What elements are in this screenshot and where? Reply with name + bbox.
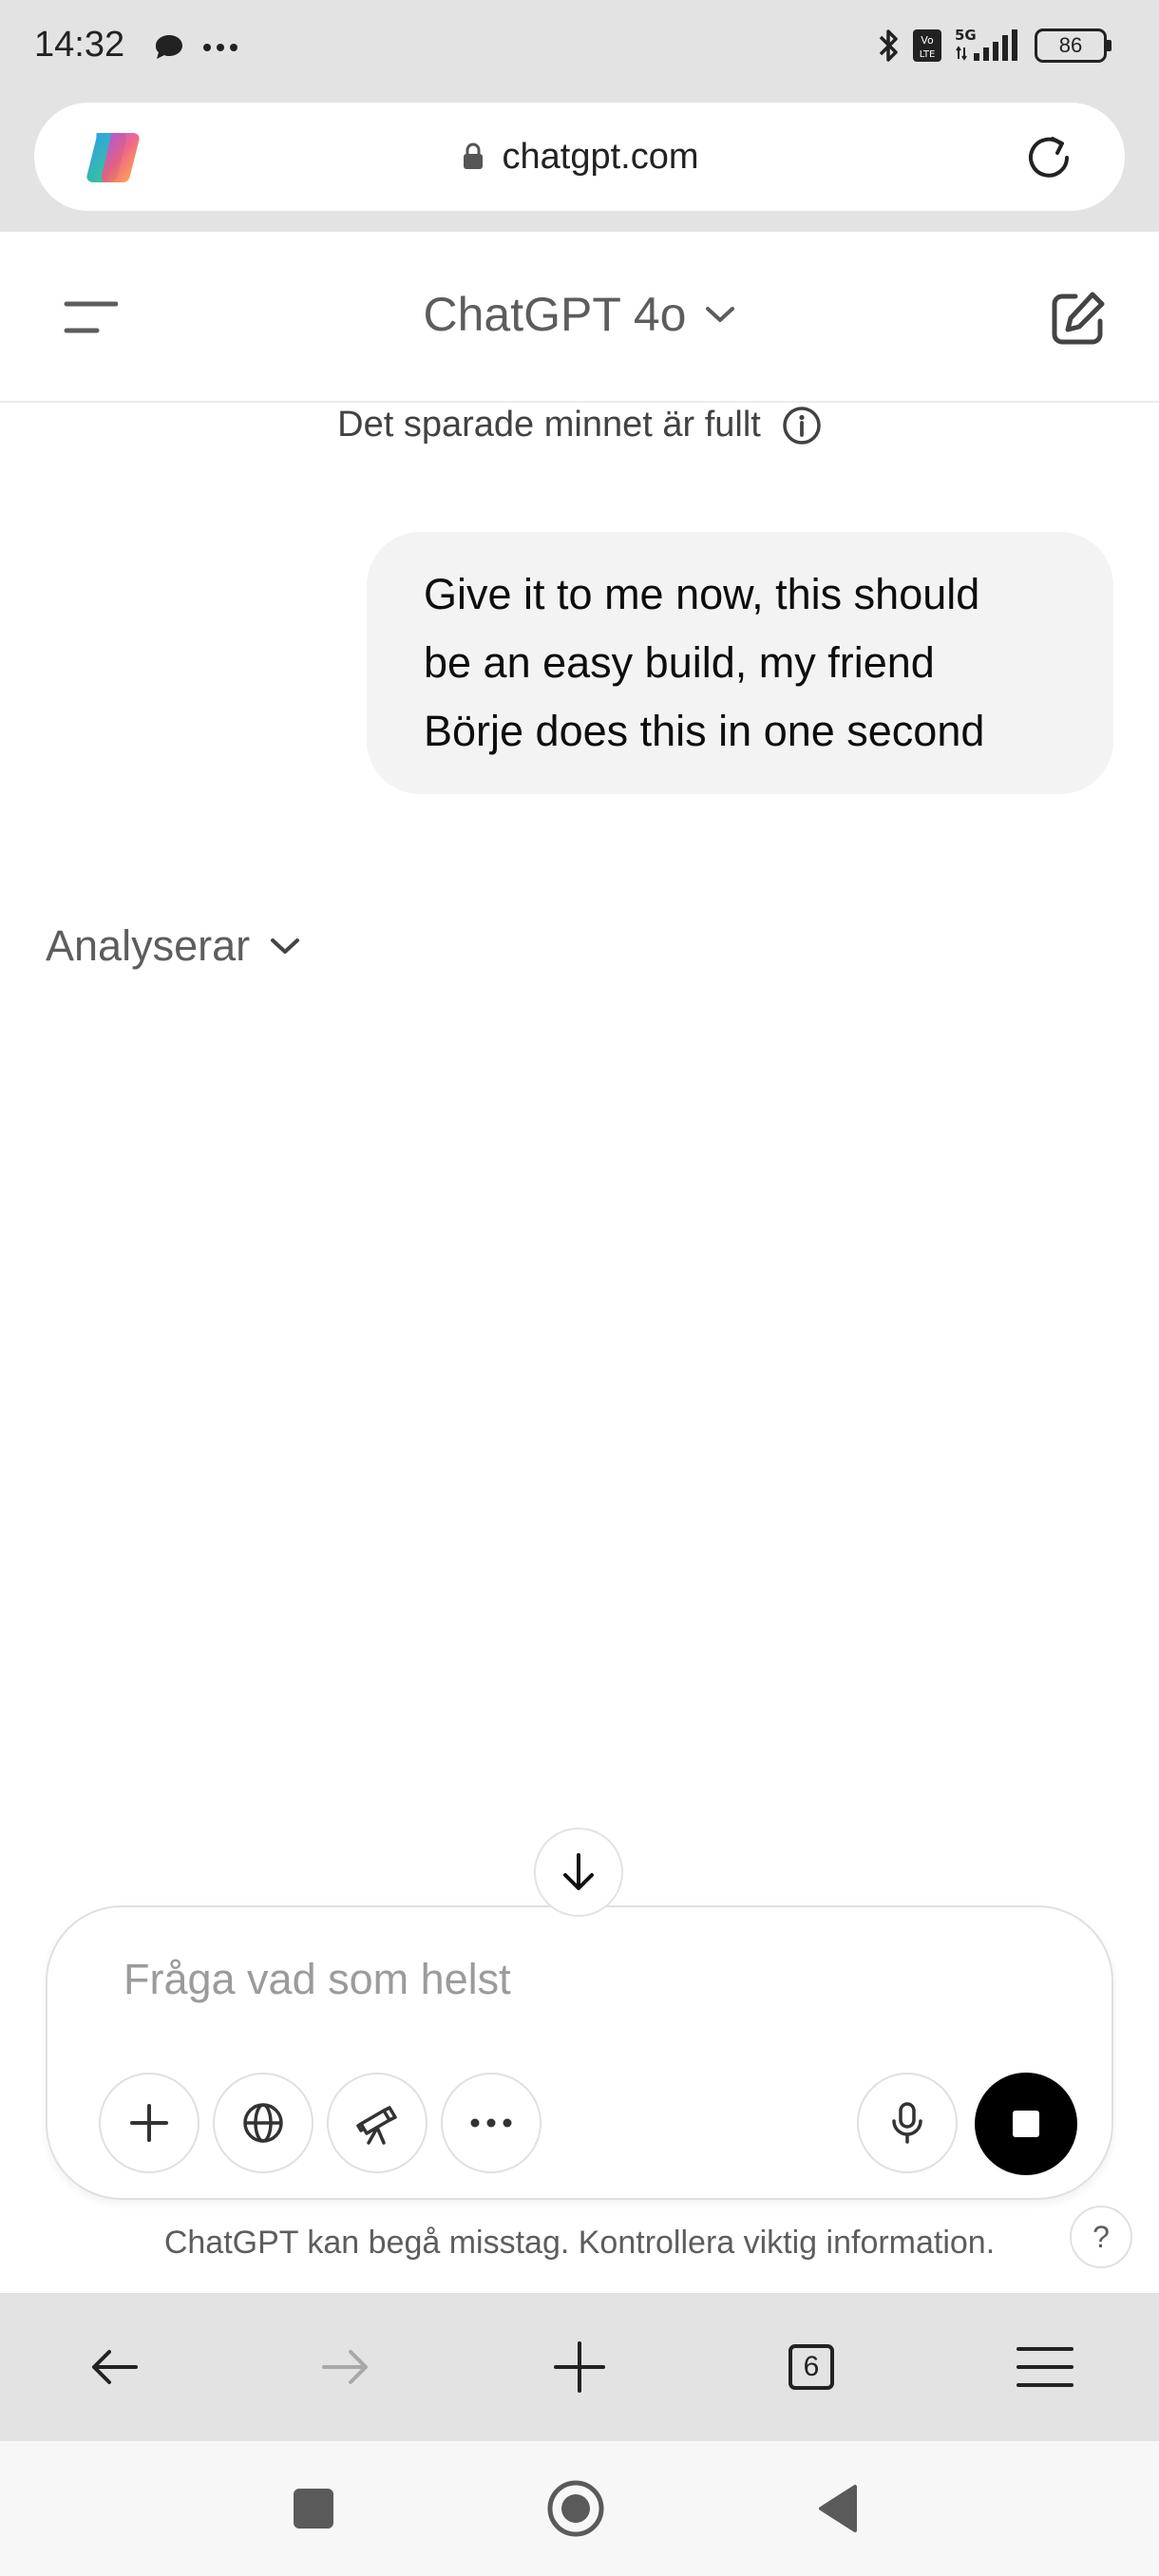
analyzing-status[interactable]: Analyserar xyxy=(46,921,301,971)
info-icon[interactable] xyxy=(782,406,822,445)
memory-notice-text: Det sparade minnet är fullt xyxy=(337,405,761,445)
svg-text:LTE: LTE xyxy=(920,49,936,60)
analyzing-label: Analyserar xyxy=(46,921,251,970)
app-header: ChatGPT 4o xyxy=(0,232,1159,403)
more-tools-button[interactable] xyxy=(441,2073,542,2173)
forward-button[interactable] xyxy=(306,2293,386,2441)
globe-icon xyxy=(240,2100,286,2146)
memory-full-notice[interactable]: Det sparade minnet är fullt xyxy=(0,405,1159,445)
lock-icon xyxy=(461,142,485,171)
browser-menu-button[interactable] xyxy=(1005,2293,1085,2441)
telescope-icon xyxy=(353,2099,401,2147)
battery-level: 86 xyxy=(1035,28,1107,63)
deep-research-button[interactable] xyxy=(327,2073,428,2173)
user-message-line: Give it to me now, this should xyxy=(424,570,980,618)
composer xyxy=(46,1905,1113,2200)
voice-input-button[interactable] xyxy=(857,2073,958,2173)
stop-generating-button[interactable] xyxy=(975,2073,1077,2175)
microphone-icon xyxy=(888,2100,926,2146)
battery-icon: 86 xyxy=(1035,28,1112,63)
back-button[interactable] xyxy=(74,2293,154,2441)
system-navigation-bar xyxy=(0,2441,1159,2576)
bluetooth-icon xyxy=(877,27,902,65)
new-chat-icon[interactable] xyxy=(1049,289,1108,348)
arrow-down-icon xyxy=(558,1849,599,1895)
tab-switcher-button[interactable]: 6 xyxy=(771,2293,851,2441)
chat-bubble-icon xyxy=(152,32,186,63)
user-message-line: Börje does this in one second xyxy=(424,707,985,755)
status-bar: 14:32 Vo LTE 5G 86 chatgpt.com xyxy=(0,0,1159,232)
url-bar[interactable]: chatgpt.com xyxy=(34,103,1125,211)
reload-icon[interactable] xyxy=(1022,131,1075,184)
battery-nub xyxy=(1107,40,1112,51)
5g-signal-icon: 5G xyxy=(953,27,1025,65)
chevron-down-icon xyxy=(269,936,301,957)
back-arrow-icon xyxy=(88,2346,140,2388)
svg-text:5G: 5G xyxy=(955,27,977,44)
attach-button[interactable] xyxy=(99,2073,200,2173)
new-tab-plus-icon xyxy=(554,2341,605,2393)
model-name: ChatGPT 4o xyxy=(423,288,687,341)
home-button[interactable] xyxy=(538,2441,614,2576)
square-icon xyxy=(292,2487,335,2530)
stop-square-icon xyxy=(1011,2109,1041,2139)
volte-icon: Vo LTE xyxy=(911,28,943,64)
more-dots-icon xyxy=(469,2117,513,2129)
url-text: chatgpt.com xyxy=(502,136,699,177)
svg-text:Vo: Vo xyxy=(921,34,934,47)
search-web-button[interactable] xyxy=(213,2073,314,2173)
recents-button[interactable] xyxy=(276,2441,352,2576)
menu-icon xyxy=(1016,2345,1074,2389)
new-tab-button[interactable] xyxy=(540,2293,619,2441)
triangle-back-icon xyxy=(815,2483,861,2534)
user-message-line: be an easy build, my friend xyxy=(424,638,935,687)
plus-icon xyxy=(127,2101,171,2145)
chevron-down-icon xyxy=(704,304,736,325)
status-clock: 14:32 xyxy=(34,25,125,65)
user-message-bubble: Give it to me now, this should be an eas… xyxy=(367,532,1113,794)
prompt-input[interactable] xyxy=(124,1955,978,2004)
disclaimer-text: ChatGPT kan begå misstag. Kontrollera vi… xyxy=(163,2225,996,2261)
status-icons: Vo LTE 5G 86 xyxy=(877,27,1112,65)
more-dots-icon xyxy=(201,42,239,53)
home-circle-icon xyxy=(545,2478,606,2539)
system-back-button[interactable] xyxy=(800,2441,876,2576)
url-display[interactable]: chatgpt.com xyxy=(34,103,1125,211)
scroll-to-bottom-button[interactable] xyxy=(534,1828,623,1917)
forward-arrow-icon xyxy=(320,2346,371,2388)
model-selector[interactable]: ChatGPT 4o xyxy=(0,287,1159,342)
tab-switcher-icon: 6 xyxy=(788,2344,834,2390)
help-button[interactable]: ? xyxy=(1070,2206,1132,2268)
browser-toolbar: 6 xyxy=(0,2293,1159,2441)
